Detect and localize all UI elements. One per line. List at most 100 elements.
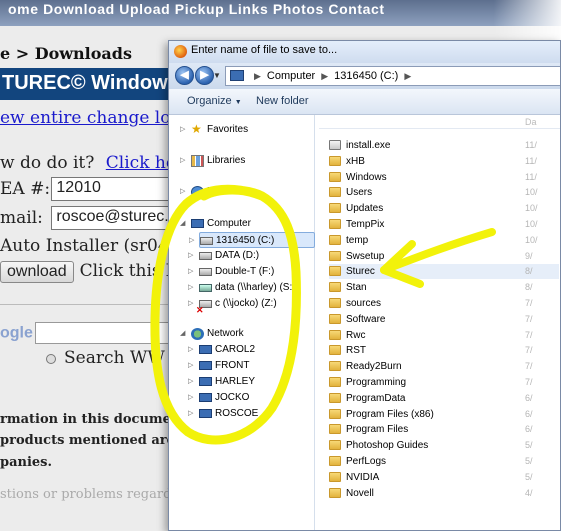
file-row[interactable]: Stan 8/ — [329, 280, 559, 295]
exe-file-icon — [329, 140, 341, 150]
file-date: 11/ — [525, 140, 537, 150]
file-row[interactable]: xHB 11/ — [329, 154, 559, 169]
search-www-radio[interactable]: Search WW W — [46, 348, 188, 368]
breadcrumb-separator-icon[interactable]: ▶ — [254, 71, 261, 81]
network-drive-icon — [199, 284, 212, 292]
expand-icon[interactable]: ▷ — [180, 122, 185, 138]
address-part-drive[interactable]: 1316450 (C:) — [334, 70, 398, 82]
folder-icon — [329, 313, 341, 324]
download-button[interactable]: ownload — [0, 261, 74, 283]
dialog-title: Enter name of file to save to... — [191, 44, 338, 56]
nav-label: Favorites — [207, 124, 249, 135]
navigation-pane[interactable]: ▷ ★ Favorites ▷ Libraries ▷ Ho ◢ Compute… — [169, 115, 315, 530]
file-row[interactable]: RST 7/ — [329, 343, 559, 358]
library-icon — [191, 155, 204, 167]
expand-icon[interactable]: ▷ — [189, 233, 194, 249]
folder-icon — [329, 424, 341, 435]
expand-icon[interactable]: ▷ — [180, 184, 185, 200]
file-row[interactable]: Sturec 8/ — [329, 264, 559, 280]
file-row[interactable]: temp 10/ — [329, 233, 559, 248]
breadcrumb-separator-icon[interactable]: ▶ — [404, 71, 411, 81]
expand-icon[interactable]: ▷ — [188, 374, 193, 390]
expand-icon[interactable]: ▷ — [188, 296, 193, 312]
file-row[interactable]: Users 10/ — [329, 185, 559, 200]
file-date: 10/ — [525, 219, 538, 229]
file-row[interactable]: Windows 11/ — [329, 170, 559, 185]
file-date: 9/ — [525, 250, 533, 261]
nav-label: Computer — [207, 218, 251, 229]
file-date: 10/ — [525, 203, 538, 214]
address-part-computer[interactable]: Computer — [267, 70, 315, 82]
expand-icon[interactable]: ▷ — [188, 358, 193, 374]
file-name: Rwc — [346, 329, 366, 341]
download-note: Click this b — [79, 261, 177, 281]
network-icon — [191, 328, 204, 340]
address-breadcrumb[interactable]: ▶ Computer ▶ 1316450 (C:) ▶ — [225, 66, 560, 86]
organize-button[interactable]: Organize ▼ — [187, 95, 242, 107]
collapse-icon[interactable]: ◢ — [180, 326, 185, 342]
date-column-header[interactable]: Da — [525, 117, 537, 127]
file-name: Sturec — [346, 266, 375, 278]
changelog-link[interactable]: ew entire change log. — [0, 108, 187, 128]
nav-label: CAROL2 — [215, 344, 256, 355]
nav-drive-c[interactable]: ▷ 1316450 (C:) — [189, 232, 315, 248]
nav-label: 1316450 (C:) — [216, 235, 275, 246]
file-row[interactable]: NVIDIA 5/ — [329, 470, 559, 485]
expand-icon[interactable]: ▷ — [188, 390, 193, 406]
expand-icon[interactable]: ▷ — [188, 406, 193, 422]
expand-icon[interactable]: ▷ — [188, 248, 193, 264]
expand-icon[interactable]: ▷ — [188, 280, 193, 296]
breadcrumb-separator-icon[interactable]: ▶ — [321, 71, 328, 81]
file-row[interactable]: Program Files 6/ — [329, 422, 559, 437]
email-label: mail: — [0, 207, 43, 228]
site-nav-bar[interactable]: ome Download Upload Pickup Links Photos … — [0, 0, 561, 26]
expand-icon[interactable]: ▷ — [180, 153, 185, 169]
file-row[interactable]: Programming 7/ — [329, 375, 559, 390]
nav-label: FRONT — [215, 360, 250, 371]
radio-icon[interactable] — [46, 353, 56, 364]
file-row[interactable]: Updates 10/ — [329, 201, 559, 216]
folder-icon — [329, 440, 341, 451]
file-date: 7/ — [525, 329, 533, 340]
history-dropdown-icon[interactable]: ▼ — [213, 71, 221, 80]
file-row[interactable]: Software 7/ — [329, 312, 559, 327]
nav-label: HARLEY — [215, 376, 256, 387]
howto-text: w do do it? — [0, 153, 95, 173]
info-line-1: rmation in this document — [0, 412, 187, 427]
file-name: Software — [346, 313, 386, 325]
file-row[interactable]: PerfLogs 5/ — [329, 454, 559, 469]
expand-icon[interactable]: ▷ — [188, 342, 193, 358]
folder-icon — [329, 377, 341, 387]
collapse-icon[interactable]: ◢ — [180, 216, 185, 232]
file-row[interactable]: Photoshop Guides 5/ — [329, 438, 559, 453]
expand-icon[interactable]: ▷ — [188, 264, 193, 280]
file-date: 8/ — [525, 266, 533, 277]
file-row[interactable]: Program Files (x86) 6/ — [329, 407, 559, 422]
folder-icon — [329, 171, 341, 182]
file-row[interactable]: Swsetup 9/ — [329, 249, 559, 264]
file-row[interactable]: Rwc 7/ — [329, 328, 559, 343]
google-search-input[interactable] — [34, 322, 175, 344]
pc-icon — [199, 377, 212, 386]
drive-icon — [199, 252, 212, 260]
folder-icon — [329, 487, 341, 498]
homegroup-icon — [191, 186, 204, 198]
file-row[interactable]: install.exe 11/ — [329, 138, 559, 153]
file-name: xHB — [346, 155, 365, 167]
forward-arrow-icon[interactable]: ▶ — [195, 66, 214, 85]
file-row[interactable]: TempPix 10/ — [329, 217, 559, 232]
folder-icon — [329, 471, 341, 482]
dialog-titlebar[interactable]: Enter name of file to save to... — [169, 41, 560, 63]
file-name: Updates — [346, 203, 384, 215]
file-row[interactable]: ProgramData 6/ — [329, 391, 559, 406]
folder-icon — [329, 345, 341, 356]
file-row[interactable]: Ready2Burn 7/ — [329, 359, 559, 374]
column-header[interactable]: Da — [319, 115, 560, 129]
file-row[interactable]: Novell 4/ — [329, 486, 559, 501]
back-arrow-icon[interactable]: ◀ — [175, 66, 194, 85]
file-list-pane[interactable]: Da install.exe 11/xHB 11/Windows 11/Users 10… — [319, 115, 560, 530]
nav-label: DATA (D:) — [215, 250, 260, 261]
new-folder-button[interactable]: New folder — [256, 95, 309, 107]
file-row[interactable]: sources 7/ — [329, 296, 559, 311]
file-date: 7/ — [525, 298, 533, 308]
